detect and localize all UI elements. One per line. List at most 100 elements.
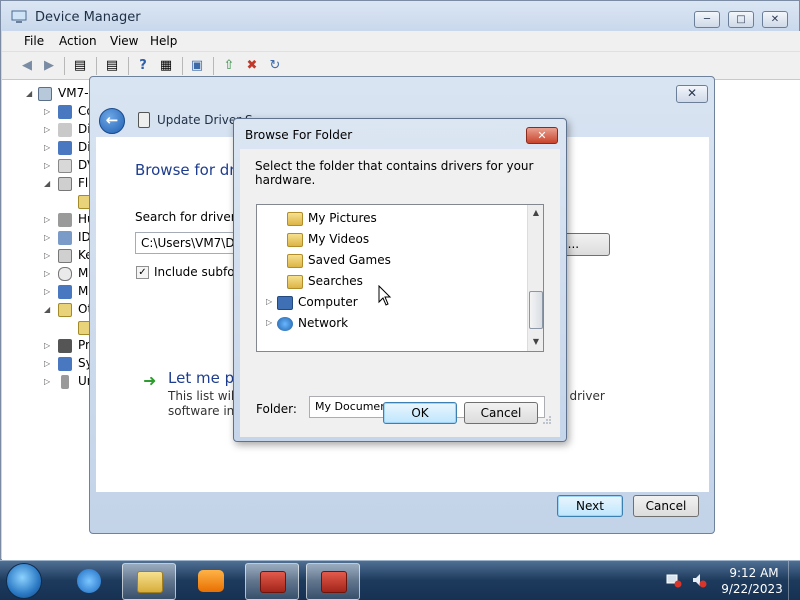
show-hide-icon[interactable]: ▦ (157, 57, 175, 75)
cancel-button[interactable]: Cancel (464, 402, 538, 424)
tree-item[interactable]: ▷ Di (2, 121, 92, 139)
expand-icon[interactable]: ▷ (266, 297, 272, 306)
tree-item[interactable]: ◢ Fl (2, 175, 92, 193)
tree-item[interactable]: ▷ Ke (2, 247, 93, 265)
close-icon[interactable]: ✕ (526, 127, 558, 144)
tree-item[interactable]: ▷ Hu (2, 211, 95, 229)
scroll-down-icon[interactable]: ▼ (528, 334, 543, 350)
show-desktop-button[interactable] (788, 561, 800, 600)
wizard-footer: Next Cancel (96, 492, 709, 530)
expand-icon[interactable]: ▷ (44, 269, 50, 278)
forward-icon[interactable]: ▶ (40, 57, 58, 75)
clock-time[interactable]: 9:12 AM (724, 566, 784, 580)
include-subfolders-checkbox[interactable]: ✓ (136, 266, 149, 279)
menu-help[interactable]: Help (150, 34, 177, 48)
expand-icon[interactable]: ▷ (44, 341, 50, 350)
folder-tree[interactable]: My Pictures My Videos Saved Games Search… (256, 204, 544, 352)
usb-controller-icon (61, 375, 69, 389)
maximize-button[interactable]: □ (728, 11, 754, 28)
expand-icon[interactable]: ▷ (44, 215, 50, 224)
computer-icon (58, 105, 72, 119)
other-devices-icon (58, 303, 72, 317)
resize-grip-icon[interactable] (542, 415, 552, 425)
keyboard-icon (58, 249, 72, 263)
taskbar-internet-explorer[interactable] (62, 563, 116, 600)
ok-button[interactable]: OK (383, 402, 457, 424)
taskbar-explorer[interactable] (122, 563, 176, 600)
pick-from-list-link[interactable]: Let me pi (168, 369, 238, 387)
network-tray-icon[interactable] (666, 572, 682, 588)
scroll-up-icon[interactable]: ▲ (528, 205, 543, 221)
human-interface-icon (58, 213, 72, 227)
tree-item[interactable]: ▷ Mo (2, 283, 96, 301)
expand-icon[interactable]: ▷ (44, 125, 50, 134)
clock-date[interactable]: 9/22/2023 (719, 582, 785, 596)
folder-label: Folder: (256, 402, 297, 416)
minimize-button[interactable]: ─ (694, 11, 720, 28)
disk-drive-icon (58, 123, 72, 137)
window-title: Device Manager (35, 10, 141, 25)
scan-hardware-icon[interactable]: ▣ (188, 57, 206, 75)
cancel-button[interactable]: Cancel (633, 495, 699, 517)
include-subfolders-label: Include subfold (154, 265, 246, 279)
expand-icon[interactable]: ▷ (266, 318, 272, 327)
collapse-icon[interactable]: ◢ (44, 179, 50, 188)
uninstall-icon[interactable]: ✖ (243, 57, 261, 75)
tree-item[interactable] (2, 319, 92, 337)
tree-root[interactable]: ◢ VM7- (2, 85, 92, 103)
browse-for-folder-dialog: Browse For Folder ✕ Select the folder th… (233, 118, 567, 442)
mouse-cursor-icon (378, 285, 392, 306)
tree-item[interactable]: ▷ Pr (2, 337, 92, 355)
toolbar-separator (213, 57, 214, 75)
tree-item[interactable]: ▷ Co (2, 103, 94, 121)
driver-icon (138, 112, 150, 128)
properties-icon[interactable]: ▤ (103, 57, 121, 75)
title-bar[interactable]: Device Manager ─ □ ✕ (1, 1, 799, 33)
expand-icon[interactable]: ▷ (44, 233, 50, 242)
expand-icon[interactable]: ▷ (44, 161, 50, 170)
videos-folder-icon (287, 233, 303, 247)
menu-action[interactable]: Action (59, 34, 97, 48)
green-arrow-icon: ➜ (143, 371, 157, 390)
expand-icon[interactable]: ▷ (44, 377, 50, 386)
collapse-icon[interactable]: ◢ (26, 89, 32, 98)
expand-icon[interactable]: ▷ (44, 251, 50, 260)
close-button[interactable]: ✕ (762, 11, 788, 28)
expand-icon[interactable]: ▷ (44, 287, 50, 296)
taskbar-device-manager-1[interactable] (245, 563, 299, 600)
help-icon[interactable]: ? (134, 57, 152, 75)
update-driver-icon[interactable]: ⇧ (220, 57, 238, 75)
next-button[interactable]: Next (557, 495, 623, 517)
ide-controller-icon (58, 231, 72, 245)
back-icon[interactable]: ◀ (18, 57, 36, 75)
taskbar-device-manager-2[interactable] (306, 563, 360, 600)
enable-device-icon[interactable]: ↻ (266, 57, 284, 75)
menu-view[interactable]: View (110, 34, 138, 48)
back-arrow-icon[interactable]: ← (99, 108, 125, 134)
start-button[interactable] (6, 563, 42, 599)
tree-item[interactable]: ▷ Sy (2, 355, 93, 373)
tree-item[interactable]: ▷ Di (2, 139, 92, 157)
display-adapter-icon (58, 141, 72, 155)
monitor-icon (58, 285, 72, 299)
floppy-controller-icon (58, 177, 72, 191)
volume-tray-icon[interactable] (691, 572, 707, 588)
tree-item[interactable]: ▷ ID (2, 229, 92, 247)
collapse-icon[interactable]: ◢ (44, 305, 50, 314)
scrollbar-thumb[interactable] (529, 291, 543, 329)
tree-item[interactable]: ▷ DV (2, 157, 95, 175)
expand-icon[interactable]: ▷ (44, 107, 50, 116)
expand-icon[interactable]: ▷ (44, 359, 50, 368)
taskbar-media-player[interactable] (184, 563, 238, 600)
tree-item[interactable] (2, 193, 92, 211)
toolbar-separator (182, 57, 183, 75)
tree-item[interactable]: ▷ Ur (2, 373, 92, 391)
vertical-scrollbar[interactable]: ▲ ▼ (527, 205, 543, 351)
tree-item[interactable]: ◢ Ot (2, 301, 92, 319)
up-one-level-icon[interactable]: ▤ (71, 57, 89, 75)
tree-item[interactable]: ▷ Mi (2, 265, 92, 283)
menu-file[interactable]: File (24, 34, 44, 48)
close-icon[interactable]: ✕ (676, 85, 708, 103)
toolbar-separator (128, 57, 129, 75)
expand-icon[interactable]: ▷ (44, 143, 50, 152)
